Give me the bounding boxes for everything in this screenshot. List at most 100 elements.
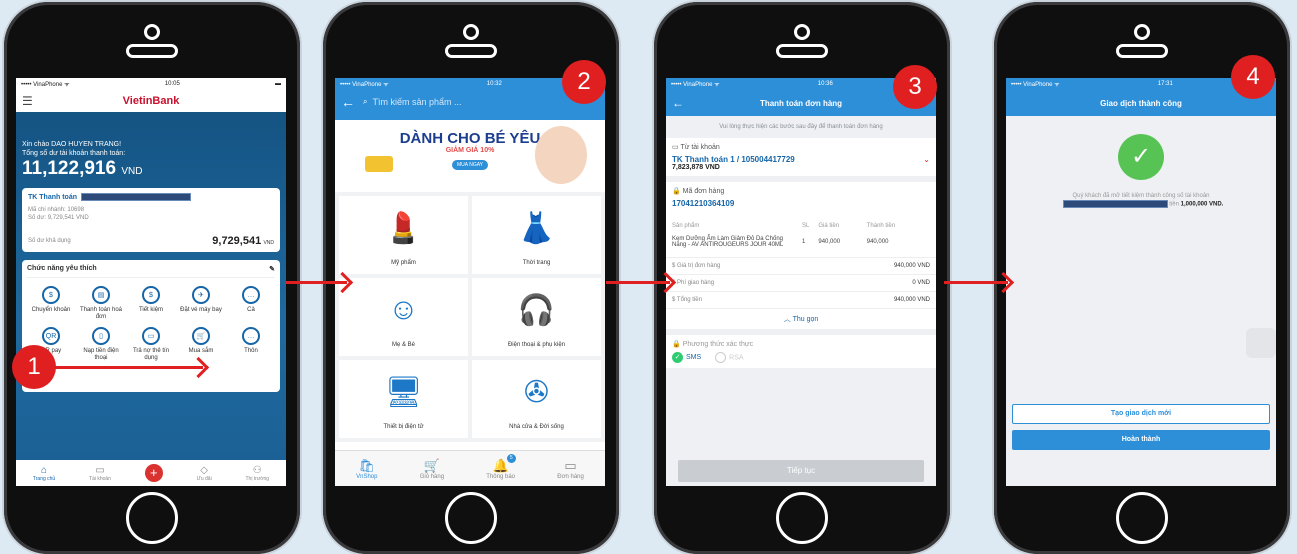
arrow-step-2 xyxy=(285,281,347,284)
available-label: Số dư khả dụng xyxy=(28,238,71,244)
menu-icon[interactable]: ☰ xyxy=(22,94,33,108)
tab-label: Thị trường xyxy=(245,475,270,482)
shop-tab-item[interactable]: 🛒 Giỏ hàng xyxy=(420,458,444,480)
auth-label: Phương thức xác thực xyxy=(682,341,754,348)
tab-label: Thông báo xyxy=(486,473,515,480)
favorite-label: Cả xyxy=(247,307,255,313)
rsa-option[interactable]: RSA xyxy=(715,352,744,363)
chevron-up-icon: ︿ xyxy=(783,316,793,323)
promo-banner[interactable]: DÀNH CHO BÉ YÊU GIẢM GIÁ 10% MUA NGAY xyxy=(335,120,605,192)
carrier: ••••• VinaPhone ᯤ xyxy=(340,82,389,88)
favorite-item[interactable]: 🛒 Mua sắm xyxy=(177,327,225,362)
home-button[interactable] xyxy=(126,492,178,544)
favorite-label: Nạp tiền điện thoại xyxy=(83,348,119,361)
category-tile[interactable]: ✇ Nhà cửa & Đời sống xyxy=(472,360,601,438)
phone-1: ••••• VinaPhone ᯤ 10:05 ▬ ☰ VietinBank X… xyxy=(4,2,300,554)
camera xyxy=(144,24,160,40)
home-button[interactable] xyxy=(776,492,828,544)
edit-icon[interactable]: ✎ xyxy=(269,265,275,273)
chevron-down-icon[interactable]: ⌄ xyxy=(923,155,930,164)
banner-button[interactable]: MUA NGAY xyxy=(451,160,489,170)
favorite-icon: ▯ xyxy=(92,327,110,345)
arrow-step-4 xyxy=(944,281,1008,284)
favorite-item[interactable]: $ Tiết kiệm xyxy=(127,286,175,321)
amount: 1,000,000 VND. xyxy=(1180,201,1224,208)
add-icon: + xyxy=(144,464,163,482)
tab-label: Tài khoản xyxy=(89,475,111,482)
favorite-icon: QR xyxy=(42,327,60,345)
from-label: Từ tài khoản xyxy=(680,144,720,151)
tab-icon: ⚇ xyxy=(252,464,262,476)
favorite-label: Thôn xyxy=(244,348,258,354)
speaker xyxy=(126,44,178,58)
battery-icon: ▬ xyxy=(275,81,281,87)
category-tile[interactable]: ☺ Mẹ & Bé xyxy=(339,278,468,356)
shop-tab-item[interactable]: 🛍 VnShop xyxy=(356,458,377,480)
home-screen: ••••• VinaPhone ᯤ 10:05 ▬ ☰ VietinBank X… xyxy=(16,78,286,486)
tab-item[interactable]: + xyxy=(144,464,163,482)
favorite-label: Thanh toán hoá đơn xyxy=(79,307,123,320)
order-block: 🔒 Mã đơn hàng 17041210364109 Sản phẩm SL G… xyxy=(666,182,936,257)
check-icon: ✓ xyxy=(1118,134,1164,180)
search-input[interactable]: Tìm kiếm sản phẩm ... xyxy=(372,97,461,107)
continue-button[interactable]: Tiếp tục xyxy=(678,460,924,482)
favorite-item[interactable]: $ Chuyển khoản xyxy=(27,286,75,321)
category-icon: ✇ xyxy=(523,375,550,409)
back-arrow-icon[interactable]: ← xyxy=(341,94,355,110)
favorites-panel: Chức năng yêu thích ✎ $ Chuyển khoản ▤ Thanh… xyxy=(22,260,280,392)
favorite-label: Mua sắm xyxy=(188,348,214,354)
clock: 17:31 xyxy=(1157,81,1173,87)
status-bar: ••••• VinaPhone ᯤ 10:05 ▬ xyxy=(16,78,286,90)
category-tile[interactable]: 🖥 Thiết bị điện tử xyxy=(339,360,468,438)
back-arrow-icon[interactable]: ← xyxy=(672,96,684,110)
category-tile[interactable]: 👗 Thời trang xyxy=(472,196,601,274)
toy-car-image xyxy=(365,156,393,172)
arrow-step-3 xyxy=(606,281,670,284)
camera xyxy=(463,24,479,40)
shop-tab-item[interactable]: ▭ Đơn hàng xyxy=(557,458,584,480)
favorite-item[interactable]: … Thôn xyxy=(227,327,275,362)
home-button[interactable] xyxy=(445,492,497,544)
new-transaction-button[interactable]: Tạo giao dịch mới xyxy=(1012,404,1270,424)
tab-label: Giỏ hàng xyxy=(419,473,445,480)
category-icon: 👗 xyxy=(517,211,556,245)
favorite-icon: ✈ xyxy=(192,286,210,304)
favorite-item[interactable]: ▭ Trả nợ thẻ tín dụng xyxy=(127,327,175,362)
order-label: Mã đơn hàng xyxy=(682,188,725,195)
category-tile[interactable]: 🎧 Điện thoại & phụ kiện xyxy=(472,278,601,356)
tab-bar: ⌂ Trang chủ ▭ Tài khoản + ◇ Ưu đãi ⚇ Thị trường xyxy=(16,460,286,486)
favorite-item[interactable]: ▯ Nạp tiền điện thoại xyxy=(77,327,125,362)
sms-label: SMS xyxy=(686,354,702,361)
step-badge-1: 1 xyxy=(12,345,56,389)
product-total: 940,000 xyxy=(866,239,889,245)
favorite-icon: ▤ xyxy=(92,286,110,304)
favorite-item[interactable]: ✈ Đặt vé máy bay xyxy=(177,286,225,321)
source-account[interactable]: ▭ Từ tài khoản TK Thanh toán 1 / 1050044… xyxy=(666,138,936,176)
tab-item[interactable]: ⌂ Trang chủ xyxy=(33,465,55,482)
category-tile[interactable]: 💄 Mỹ phẩm xyxy=(339,196,468,274)
category-grid: 💄 Mỹ phẩm 👗 Thời trang ☺ Mẹ & Bé 🎧 Điện thoại &… xyxy=(335,192,605,442)
tab-item[interactable]: ◇ Ưu đãi xyxy=(197,465,212,482)
favorite-item[interactable]: … Cả xyxy=(227,286,275,321)
favorite-label: Tiết kiệm xyxy=(138,307,164,313)
assistive-touch-icon[interactable] xyxy=(1246,328,1276,358)
home-button[interactable] xyxy=(1116,492,1168,544)
collapse-toggle[interactable]: ︿ Thu gọn xyxy=(666,308,936,329)
sms-option[interactable]: ✓ SMS xyxy=(672,352,701,363)
available-currency: VND xyxy=(263,240,274,246)
carrier: ••••• VinaPhone ᯤ xyxy=(671,82,720,88)
favorite-label: Đặt vé máy bay xyxy=(180,307,222,313)
shop-tab-item[interactable]: 🔔 5 Thông báo xyxy=(486,453,516,480)
page-title: Giao dịch thành công xyxy=(1100,98,1182,108)
tab-item[interactable]: ▭ Tài khoản xyxy=(89,465,111,482)
order-id: 17041210364109 xyxy=(672,199,735,208)
favorite-item[interactable]: ▤ Thanh toán hoá đơn xyxy=(77,286,125,321)
summary-row: $ Tổng tiền 940,000 VND xyxy=(666,291,936,308)
order-table: Sản phẩm SL Giá tiền Thành tiền Kem Dưỡng Ẩ… xyxy=(672,220,930,252)
account-card[interactable]: TK Thanh toán Mã chi nhánh: 10698 Số dư:… xyxy=(22,188,280,252)
tab-item[interactable]: ⚇ Thị trường xyxy=(246,465,270,482)
done-button[interactable]: Hoàn thành xyxy=(1012,430,1270,450)
lock-icon: 🔒 xyxy=(672,341,683,348)
collapse-label: Thu gọn xyxy=(792,316,819,323)
app-header: ☰ VietinBank xyxy=(16,90,286,112)
